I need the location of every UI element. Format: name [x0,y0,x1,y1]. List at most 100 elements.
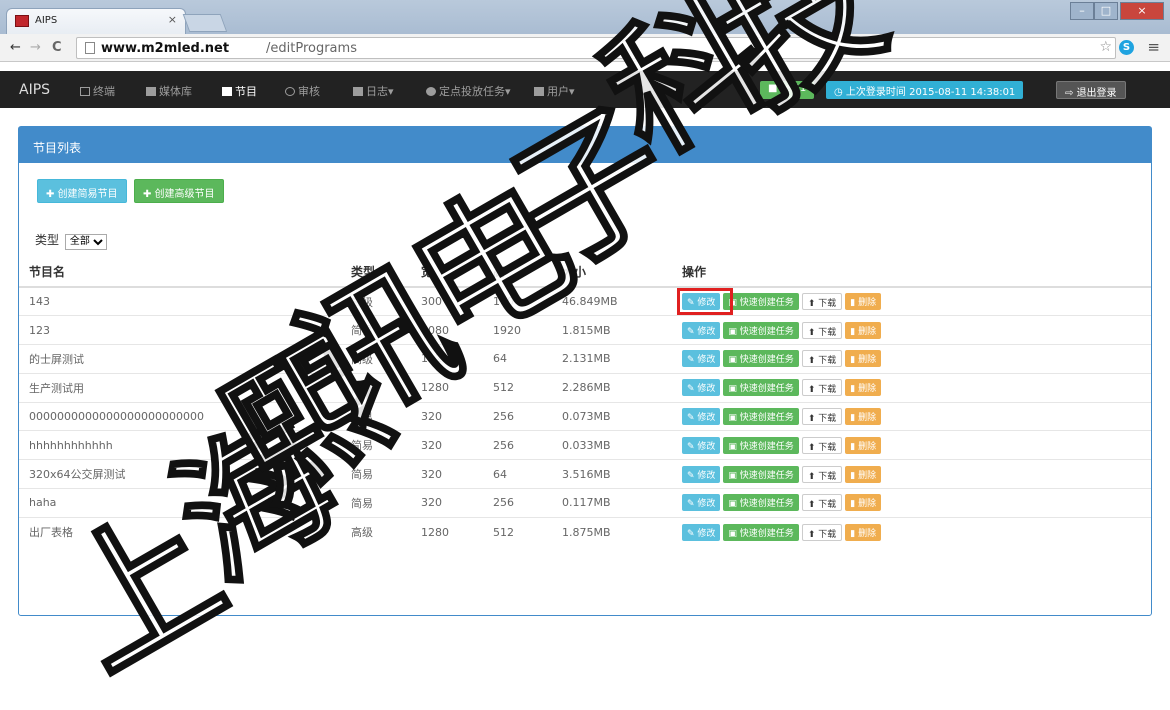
download-button[interactable]: ⬆ 下载 [801,436,843,454]
forward-arrow-icon[interactable]: → [30,40,41,55]
delete-button[interactable]: ▮ 删除 [845,379,882,397]
media-icon [146,87,156,96]
site-favicon-icon [15,15,29,27]
download-icon: ⬆ [807,442,819,453]
edit-button[interactable]: ✎ 修改 [682,350,721,368]
user-icon: ■ [768,83,781,94]
action-label: 删除 [858,528,877,539]
col-header-width: 宽 [411,257,483,288]
delete-button[interactable]: ▮ 删除 [845,523,882,541]
last-login-text: 上次登录时间 2015-08-11 14:38:01 [845,87,1016,98]
download-button[interactable]: ⬆ 下载 [801,465,843,483]
download-button[interactable]: ⬆ 下载 [801,350,843,368]
nav-item-programs[interactable]: 节目 [222,83,257,99]
download-button[interactable]: ⬆ 下载 [801,494,843,512]
nav-item-users[interactable]: 用户▾ [534,83,575,99]
actions-group: ✎ 修改 ▣ 快速创建任务 ⬆ 下载 ▮ 删除 [677,288,1151,316]
delete-icon: ▮ [850,499,859,510]
program-height: 100 [483,286,552,316]
program-name: 的士屏测试 [19,344,341,374]
edit-button[interactable]: ✎ 修改 [682,523,721,541]
nav-item-label: 用户▾ [547,85,575,98]
address-bar-input[interactable]: www.m2mled.net /editPrograms [76,37,1116,59]
table-row: 143 高级 300 100 46.849MB ✎ 修改 ▣ 快速创建任务 ⬆ 下载 ▮ 删除 [19,286,1151,316]
edit-button[interactable]: ✎ 修改 [682,465,721,483]
row-actions: ✎ 修改 ▣ 快速创建任务 ⬆ 下载 ▮ 删除 [672,401,1151,431]
program-table: 节目名 类型 宽 高 大小 操作 143 高级 300 100 46.849MB ✎ 修改… [19,257,1151,547]
action-label: 下载 [818,471,837,482]
nav-item-media-library[interactable]: 媒体库 [146,83,192,99]
download-button[interactable]: ⬆ 下载 [801,293,843,311]
edit-icon: ✎ [687,384,698,395]
current-user-badge[interactable]: ■ test1 [760,81,815,99]
nav-item-review[interactable]: 审核 [285,83,320,99]
window-maximize-button[interactable]: □ [1094,2,1118,20]
logout-button[interactable]: ⇨ 退出登录 [1056,81,1126,99]
action-label: 快速创建任务 [739,499,794,510]
program-list-panel: 节目列表 ✚ 创建简易节目 ✚ 创建高级节目 类型 全部 节目名 类型 宽 高 … [18,126,1152,616]
edit-button[interactable]: ✎ 修改 [682,379,721,397]
bookmark-star-icon[interactable]: ☆ [1099,39,1112,55]
create-advanced-program-button[interactable]: ✚ 创建高级节目 [134,179,224,203]
program-size: 1.875MB [552,516,672,547]
delete-button[interactable]: ▮ 删除 [845,436,882,454]
back-arrow-icon[interactable]: ← [10,40,21,55]
edit-button[interactable]: ✎ 修改 [682,321,721,339]
program-size: 2.286MB [552,372,672,403]
action-label: 修改 [697,355,716,366]
program-type: 简易 [341,488,411,518]
nav-item-logs[interactable]: 日志▾ [353,83,394,99]
quick-create-task-button[interactable]: ▣ 快速创建任务 [723,436,799,454]
brand-logo[interactable]: AIPS [19,82,50,98]
download-button[interactable]: ⬆ 下载 [801,321,843,339]
quick-create-task-button[interactable]: ▣ 快速创建任务 [723,321,799,339]
program-name: 生产测试用 [19,372,341,403]
edit-button[interactable]: ✎ 修改 [682,494,721,512]
quick-create-task-button[interactable]: ▣ 快速创建任务 [723,408,799,426]
type-filter-label: 类型 [35,233,60,247]
reload-icon[interactable]: C [52,40,62,55]
new-tab-button[interactable] [182,14,228,32]
action-label: 删除 [858,384,877,395]
nav-item-terminal[interactable]: 终端 [80,83,115,99]
program-width: 300 [411,286,483,316]
quick-create-task-button[interactable]: ▣ 快速创建任务 [723,465,799,483]
window-minimize-button[interactable]: – [1070,2,1094,20]
quick-create-task-button[interactable]: ▣ 快速创建任务 [723,523,799,541]
edit-button[interactable]: ✎ 修改 [682,436,721,454]
delete-button[interactable]: ▮ 删除 [845,293,882,311]
tab-close-icon[interactable]: × [168,13,177,26]
edit-icon: ✎ [687,441,698,452]
type-select[interactable]: 全部 [64,233,107,250]
quick-create-task-button[interactable]: ▣ 快速创建任务 [723,350,799,368]
action-label: 快速创建任务 [739,528,794,539]
nav-item-targeted-tasks[interactable]: 定点投放任务▾ [426,83,511,99]
download-button[interactable]: ⬆ 下载 [801,379,843,397]
delete-button[interactable]: ▮ 删除 [845,408,882,426]
download-button[interactable]: ⬆ 下载 [801,408,843,426]
actions-group: ✎ 修改 ▣ 快速创建任务 ⬆ 下载 ▮ 删除 [682,379,1151,397]
browser-tab[interactable]: AIPS × [6,8,186,34]
window-close-button[interactable]: × [1120,2,1164,20]
quick-create-task-button[interactable]: ▣ 快速创建任务 [723,293,799,311]
delete-button[interactable]: ▮ 删除 [845,350,882,368]
skype-extension-icon[interactable]: S [1119,40,1134,55]
edit-icon: ✎ [687,499,698,510]
program-name: 123 [19,315,341,345]
row-actions: ✎ 修改 ▣ 快速创建任务 ⬆ 下载 ▮ 删除 [672,516,1151,547]
program-type: 简易 [341,315,411,345]
nav-item-label: 定点投放任务▾ [439,85,511,98]
action-label: 删除 [858,298,877,309]
nav-item-label: 节目 [235,85,257,98]
browser-menu-icon[interactable]: ≡ [1147,38,1160,56]
download-button[interactable]: ⬆ 下载 [801,523,843,541]
tab-title: AIPS [35,15,58,26]
create-simple-program-button[interactable]: ✚ 创建简易节目 [37,179,127,203]
quick-create-task-button[interactable]: ▣ 快速创建任务 [723,494,799,512]
quick-create-task-button[interactable]: ▣ 快速创建任务 [723,379,799,397]
delete-button[interactable]: ▮ 删除 [845,321,882,339]
edit-button[interactable]: ✎ 修改 [682,408,721,426]
delete-button[interactable]: ▮ 删除 [845,494,882,512]
action-label: 快速创建任务 [739,298,794,309]
delete-button[interactable]: ▮ 删除 [845,465,882,483]
